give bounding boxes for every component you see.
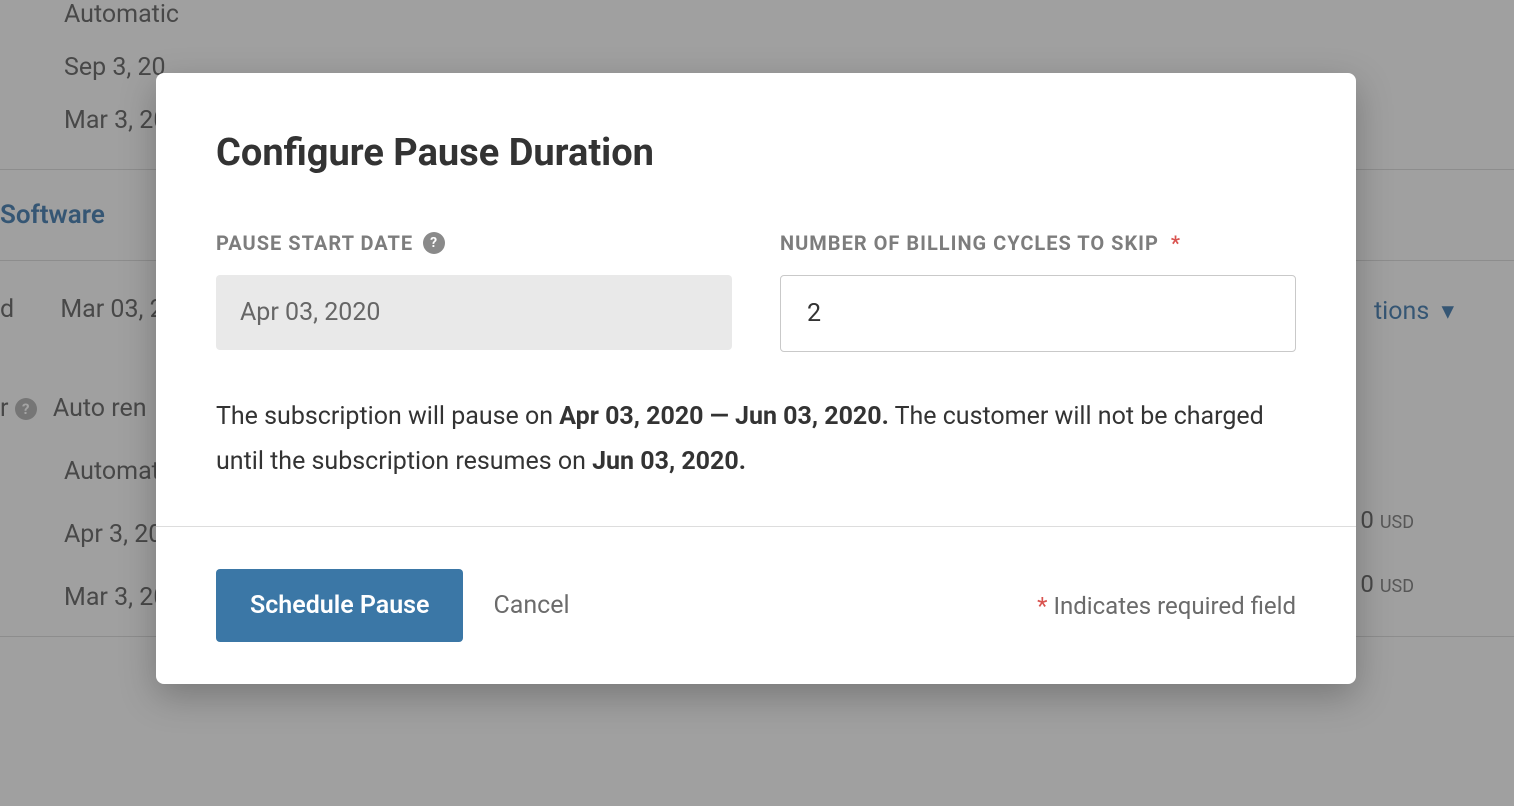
pause-description: The subscription will pause on Apr 03, 2… [216,394,1296,484]
required-indicator: * [1037,592,1047,620]
field-label: NUMBER OF BILLING CYCLES TO SKIP * [780,231,1296,255]
field-label: PAUSE START DATE ? [216,231,732,255]
field-label-text: PAUSE START DATE [216,231,413,255]
required-indicator: * [1171,231,1181,255]
schedule-pause-button[interactable]: Schedule Pause [216,569,463,642]
billing-cycles-field: NUMBER OF BILLING CYCLES TO SKIP * [780,231,1296,352]
modal-footer: Schedule Pause Cancel * Indicates requir… [156,527,1356,684]
pause-start-date-input: Apr 03, 2020 [216,275,732,350]
help-icon[interactable]: ? [423,232,445,254]
modal-title: Configure Pause Duration [216,131,1296,175]
field-row: PAUSE START DATE ? Apr 03, 2020 NUMBER O… [216,231,1296,352]
field-label-text: NUMBER OF BILLING CYCLES TO SKIP [780,231,1159,255]
pause-start-date-field: PAUSE START DATE ? Apr 03, 2020 [216,231,732,352]
configure-pause-modal: Configure Pause Duration PAUSE START DAT… [156,73,1356,684]
required-field-note: * Indicates required field [1037,592,1296,620]
billing-cycles-input[interactable] [780,275,1296,352]
cancel-button[interactable]: Cancel [493,591,569,620]
